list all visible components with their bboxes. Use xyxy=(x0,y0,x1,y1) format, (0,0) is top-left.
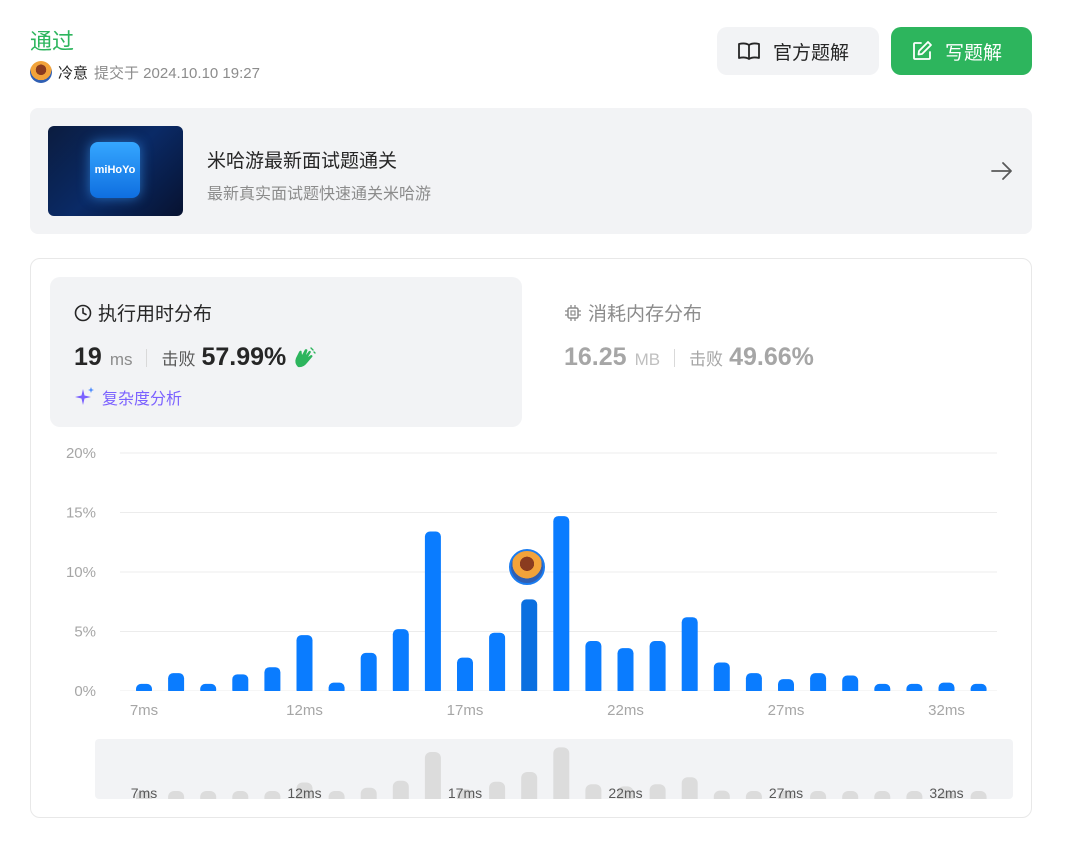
submitted-time: 提交于 2024.10.10 19:27 xyxy=(94,64,260,82)
bar xyxy=(392,629,409,695)
x-tick-label: 27ms xyxy=(768,702,805,719)
banner-title: 米哈游最新面试题通关 xyxy=(207,151,398,172)
sparkle-icon xyxy=(75,387,94,405)
memory-beat-value: 49.66% xyxy=(729,343,814,371)
mihoyo-logo: miHoYo xyxy=(90,142,140,198)
overview-bar xyxy=(232,791,249,799)
bar xyxy=(360,652,377,695)
overview-bar xyxy=(906,791,923,799)
memory-title: 消耗内存分布 xyxy=(588,304,703,325)
banner-subtitle: 最新真实面试题快速通关米哈游 xyxy=(207,186,432,203)
overview-bar xyxy=(392,780,409,799)
submission-info: 冷意 提交于 2024.10.10 19:27 xyxy=(30,61,260,83)
runtime-title: 执行用时分布 xyxy=(98,304,213,325)
x-tick-label: 32ms xyxy=(928,702,965,719)
bar xyxy=(681,617,698,695)
y-tick-label: 0% xyxy=(74,683,96,700)
overview-bar xyxy=(745,791,762,799)
overview-bar xyxy=(424,751,441,799)
overview-tick-label: 7ms xyxy=(131,785,157,799)
y-tick-label: 15% xyxy=(66,505,96,522)
runtime-unit: ms xyxy=(109,350,133,369)
submission-status: 通过 xyxy=(30,29,75,54)
memory-unit: MB xyxy=(634,350,661,369)
runtime-stat: 19 ms 击败 57.99% xyxy=(74,343,316,372)
overview-bar xyxy=(649,784,666,799)
bar xyxy=(521,599,538,695)
bar xyxy=(424,531,441,695)
overview-bar xyxy=(489,781,506,799)
official-solution-label: 官方题解 xyxy=(773,42,850,64)
chip-icon xyxy=(565,304,581,321)
user-position-avatar[interactable] xyxy=(509,549,545,585)
runtime-distribution-chart[interactable]: 20% 15% 10% 5% 0% 7ms 12ms 17ms 22ms 27ms 32ms xyxy=(50,440,1010,730)
bar xyxy=(585,641,602,695)
bar xyxy=(713,662,730,695)
y-tick-label: 5% xyxy=(74,624,96,641)
overview-tick-label: 12ms xyxy=(287,785,321,799)
x-tick-label: 7ms xyxy=(130,702,158,719)
edit-icon xyxy=(913,41,932,60)
bar xyxy=(296,635,313,695)
bar xyxy=(457,657,473,695)
promo-banner[interactable]: miHoYo 米哈游最新面试题通关 最新真实面试题快速通关米哈游 xyxy=(30,108,1032,234)
overview-bar xyxy=(200,791,217,799)
y-tick-label: 10% xyxy=(66,564,96,581)
overview-tick-label: 22ms xyxy=(608,785,642,799)
clap-icon xyxy=(295,346,316,367)
overview-tick-label: 27ms xyxy=(769,785,803,799)
y-tick-label: 20% xyxy=(66,445,96,462)
bar xyxy=(553,516,570,695)
complexity-analysis-link[interactable]: 复杂度分析 xyxy=(74,385,182,409)
arrow-right-icon[interactable] xyxy=(990,160,1014,182)
overview-bar xyxy=(264,791,281,799)
overview-bar xyxy=(970,791,987,799)
overview-bar xyxy=(328,791,345,799)
x-tick-label: 17ms xyxy=(447,702,484,719)
username[interactable]: 冷意 xyxy=(58,62,88,83)
complexity-analysis-label: 复杂度分析 xyxy=(102,391,183,408)
bar xyxy=(649,641,666,695)
overview-bar xyxy=(553,747,570,799)
runtime-panel[interactable]: 执行用时分布 19 ms 击败 57.99% 复杂度分析 xyxy=(50,277,522,427)
divider xyxy=(674,348,676,367)
overview-chart[interactable]: 7ms 12ms 17ms 22ms 27ms 32ms xyxy=(95,739,1013,799)
overview-bar xyxy=(842,791,859,799)
overview-bar xyxy=(681,777,698,799)
overview-tick-label: 17ms xyxy=(448,785,482,799)
baseline-mask xyxy=(120,691,997,697)
memory-stat: 16.25 MB 击败 49.66% xyxy=(564,343,814,372)
runtime-beat-label: 击败 xyxy=(161,350,196,369)
overview-bar xyxy=(713,790,730,799)
book-icon xyxy=(738,42,760,60)
overview-bar xyxy=(874,791,891,799)
overview-bar xyxy=(360,787,377,799)
overview-bar xyxy=(521,771,538,799)
overview-bar xyxy=(585,784,602,799)
bar xyxy=(264,667,281,695)
x-tick-label: 22ms xyxy=(607,702,644,719)
memory-panel[interactable]: 消耗内存分布 16.25 MB 击败 49.66% xyxy=(564,277,964,427)
user-avatar[interactable] xyxy=(30,61,52,83)
x-tick-label: 12ms xyxy=(286,702,323,719)
divider xyxy=(146,348,148,367)
official-solution-button[interactable]: 官方题解 xyxy=(717,27,879,75)
write-solution-button[interactable]: 写题解 xyxy=(891,27,1032,75)
banner-image: miHoYo xyxy=(48,126,183,216)
bar xyxy=(617,648,634,695)
overview-bar xyxy=(168,791,185,799)
bar xyxy=(489,632,506,695)
clock-icon xyxy=(74,304,92,321)
write-solution-label: 写题解 xyxy=(945,42,1003,64)
runtime-beat-value: 57.99% xyxy=(201,343,287,371)
overview-tick-label: 32ms xyxy=(929,785,963,799)
memory-value: 16.25 xyxy=(564,343,627,371)
runtime-value: 19 xyxy=(74,343,102,371)
overview-bar xyxy=(810,791,827,799)
memory-beat-label: 击败 xyxy=(689,350,724,369)
